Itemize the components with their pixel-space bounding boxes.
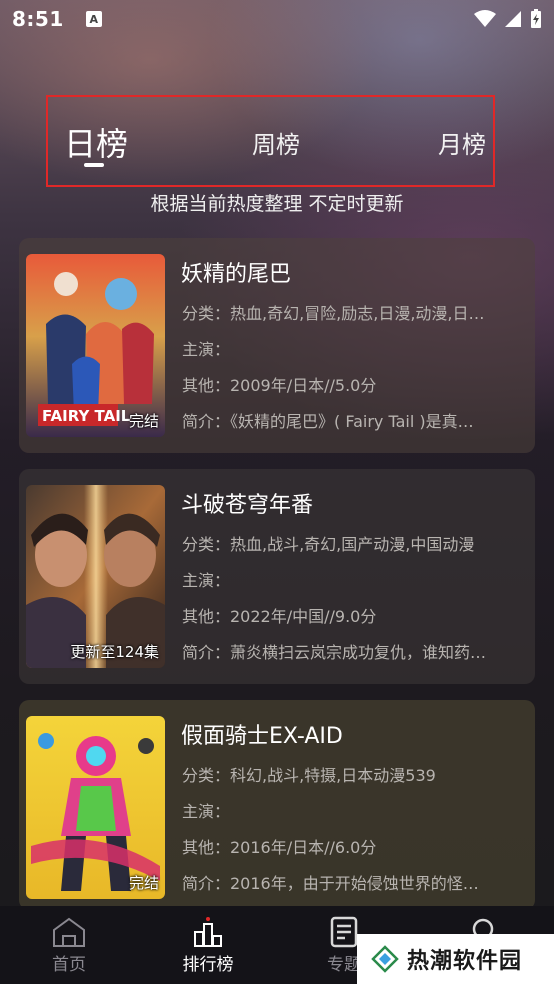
- ranking-subtitle: 根据当前热度整理 不定时更新: [150, 193, 404, 215]
- item-intro: 简介：萧炎横扫云岚宗成功复仇，谁知药…: [182, 643, 487, 662]
- watermark-text: 热潮软件园: [407, 949, 523, 974]
- status-time: 8:51: [12, 7, 64, 31]
- poster-logo-text: FAIRY TAIL: [42, 407, 131, 425]
- wifi-icon: [474, 10, 496, 27]
- tab-monthly[interactable]: 月榜: [438, 125, 486, 160]
- poster-image: FAIRY TAIL 完结: [26, 254, 165, 437]
- nav-ranking[interactable]: 排行榜: [163, 916, 253, 975]
- active-tab-indicator: [84, 163, 104, 167]
- signal-icon: [505, 11, 521, 27]
- ranking-icon: [194, 917, 222, 947]
- item-other: 其他：2016年/日本//6.0分: [182, 838, 377, 857]
- ranking-tabs: 日榜 周榜 月榜: [46, 95, 495, 187]
- item-title: 妖精的尾巴: [181, 262, 292, 287]
- watermark: 热潮软件园: [357, 934, 554, 984]
- item-other: 其他：2022年/中国//9.0分: [182, 607, 377, 626]
- battery-icon: [531, 9, 541, 28]
- tab-weekly[interactable]: 周榜: [252, 125, 300, 160]
- item-intro: 简介：2016年，由于开始侵蚀世界的怪…: [182, 874, 479, 893]
- home-icon: [53, 917, 85, 947]
- item-category: 分类：热血,奇幻,冒险,励志,日漫,动漫,日…: [182, 304, 485, 323]
- item-title: 斗破苍穹年番: [181, 493, 314, 518]
- nav-ranking-label: 排行榜: [182, 955, 234, 975]
- list-item[interactable]: 更新至124集 斗破苍穹年番 分类：热血,战斗,奇幻,国产动漫,中国动漫 主演：…: [19, 469, 535, 684]
- status-badge: 完结: [128, 412, 159, 430]
- poster-image: 完结: [26, 716, 165, 899]
- watermark-logo-icon: [371, 945, 399, 973]
- item-category: 分类：科幻,战斗,特摄,日本动漫539: [182, 766, 436, 785]
- item-intro: 简介：《妖精的尾巴》( Fairy Tail )是真…: [182, 412, 474, 431]
- status-bar: 8:51 A: [0, 0, 554, 38]
- tab-daily[interactable]: 日榜: [64, 119, 128, 165]
- item-cast: 主演：: [182, 571, 231, 590]
- item-category: 分类：热血,战斗,奇幻,国产动漫,中国动漫: [182, 535, 475, 554]
- status-badge: 完结: [128, 874, 159, 892]
- item-cast: 主演：: [182, 340, 231, 359]
- notification-icon: A: [85, 11, 102, 27]
- nav-home-label: 首页: [52, 955, 86, 975]
- poster-image: 更新至124集: [26, 485, 165, 668]
- nav-home[interactable]: 首页: [24, 916, 114, 975]
- item-other: 其他：2009年/日本//5.0分: [182, 376, 377, 395]
- list-item[interactable]: 完结 假面骑士EX-AID 分类：科幻,战斗,特摄,日本动漫539 主演： 其他…: [19, 700, 535, 910]
- status-badge: 更新至124集: [70, 643, 159, 661]
- list-item[interactable]: FAIRY TAIL 完结 妖精的尾巴 分类：热血,奇幻,冒险,励志,日漫,动漫…: [19, 238, 535, 453]
- item-cast: 主演：: [182, 802, 231, 821]
- item-title: 假面骑士EX-AID: [181, 724, 343, 749]
